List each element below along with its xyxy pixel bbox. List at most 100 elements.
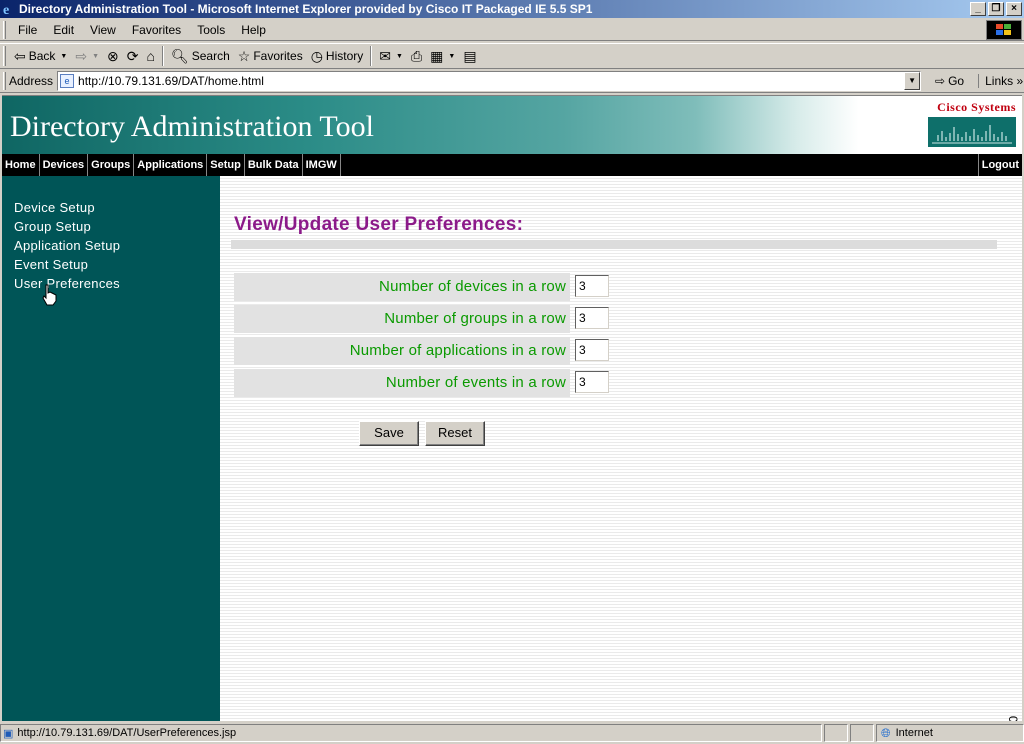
status-progress-cell	[824, 724, 848, 742]
status-url: http://10.79.131.69/DAT/UserPreferences.…	[17, 727, 237, 739]
menu-help[interactable]: Help	[233, 23, 274, 37]
pref-label-devices: Number of devices in a row	[379, 278, 566, 295]
history-icon: ◷	[310, 47, 323, 64]
favorites-button[interactable]: ☆ Favorites	[234, 48, 307, 65]
menu-favorites[interactable]: Favorites	[124, 23, 189, 37]
back-arrow-icon: ⇦	[14, 47, 26, 64]
pref-label-groups: Number of groups in a row	[384, 310, 566, 327]
mail-button[interactable]: ✉ ▼	[375, 48, 407, 65]
pref-row-applications: Number of applications in a row	[234, 337, 570, 365]
window-title-bar: e Directory Administration Tool - Micros…	[0, 0, 1024, 18]
mail-dropdown-icon[interactable]: ▼	[396, 53, 403, 60]
nav-applications[interactable]: Applications	[134, 154, 208, 176]
app-title: Directory Administration Tool	[10, 110, 374, 143]
stop-icon: ⊗	[107, 47, 119, 64]
search-icon: 🔍︎	[170, 47, 189, 64]
page-icon: e	[60, 74, 75, 88]
address-label: Address	[9, 74, 54, 88]
toolbar-grip[interactable]	[3, 46, 6, 66]
forward-arrow-icon: ⇨	[75, 47, 88, 64]
window-title: Directory Administration Tool - Microsof…	[19, 2, 593, 16]
sidebar-link-group-setup[interactable]: Group Setup	[14, 219, 91, 234]
toolbar-separator	[370, 46, 373, 66]
menu-edit[interactable]: Edit	[45, 23, 82, 37]
address-url[interactable]: http://10.79.131.69/DAT/home.html	[78, 74, 264, 88]
forward-dropdown-icon[interactable]: ▼	[92, 53, 99, 60]
figure-reference-code: 75110	[1006, 716, 1020, 721]
close-button[interactable]: ×	[1006, 2, 1022, 16]
hand-pointer-icon	[42, 284, 57, 306]
addressbar-grip[interactable]	[3, 72, 6, 90]
sidebar-link-user-preferences[interactable]: User Preferences	[14, 276, 120, 291]
heading-divider	[231, 240, 997, 249]
discuss-button[interactable]: ▤	[459, 48, 480, 65]
menubar-grip[interactable]	[3, 20, 6, 39]
menu-tools[interactable]: Tools	[189, 23, 233, 37]
links-button[interactable]: Links »	[978, 74, 1023, 88]
nav-imgw[interactable]: IMGW	[303, 154, 341, 176]
search-button[interactable]: 🔍︎ Search	[167, 48, 234, 65]
stop-button[interactable]: ⊗	[103, 48, 123, 65]
edit-button[interactable]: ▦ ▼	[426, 48, 459, 65]
home-button[interactable]: ⌂	[143, 48, 159, 64]
reset-button[interactable]: Reset	[425, 421, 485, 446]
go-button[interactable]: ⇨ Go	[935, 74, 964, 88]
back-label: Back	[28, 49, 56, 63]
favorites-icon: ☆	[237, 47, 251, 64]
restore-button[interactable]: ❐	[988, 2, 1004, 16]
history-button[interactable]: ◷ History	[307, 48, 368, 65]
links-label: Links	[985, 74, 1014, 88]
nav-setup[interactable]: Setup	[207, 154, 245, 176]
windows-logo-icon	[986, 20, 1022, 40]
cisco-logo: Cisco Systems	[928, 100, 1016, 150]
edit-icon: ▦	[430, 47, 444, 64]
page-title: View/Update User Preferences:	[234, 214, 524, 235]
edit-dropdown-icon[interactable]: ▼	[448, 53, 455, 60]
sidebar-link-device-setup[interactable]: Device Setup	[14, 200, 95, 215]
favorites-label: Favorites	[253, 49, 303, 63]
app-banner: Directory Administration Tool Cisco Syst…	[2, 96, 1022, 154]
events-per-row-input[interactable]	[575, 371, 609, 393]
back-dropdown-icon[interactable]: ▼	[60, 53, 67, 60]
address-input[interactable]: e http://10.79.131.69/DAT/home.html ▼	[57, 71, 922, 91]
pref-row-devices: Number of devices in a row	[234, 273, 570, 301]
cisco-bridge-icon	[928, 117, 1016, 147]
groups-per-row-input[interactable]	[575, 307, 609, 329]
forward-button[interactable]: ⇨ ▼	[71, 48, 103, 65]
home-icon: ⌂	[146, 48, 155, 64]
go-arrow-icon: ⇨	[935, 74, 946, 88]
print-button[interactable]: ⎙	[407, 48, 426, 65]
refresh-button[interactable]: ⟳	[123, 48, 143, 65]
nav-devices[interactable]: Devices	[40, 154, 89, 176]
save-button[interactable]: Save	[359, 421, 419, 446]
nav-groups[interactable]: Groups	[88, 154, 135, 176]
history-label: History	[325, 49, 364, 63]
sidebar-link-event-setup[interactable]: Event Setup	[14, 257, 88, 272]
back-button[interactable]: ⇦ Back ▼	[10, 48, 71, 65]
page-content: Directory Administration Tool Cisco Syst…	[2, 95, 1022, 721]
zone-label: Internet	[895, 727, 933, 739]
status-message: ▣ http://10.79.131.69/DAT/UserPreference…	[0, 724, 822, 742]
cisco-brand-text: Cisco Systems	[937, 100, 1016, 114]
pref-label-applications: Number of applications in a row	[349, 342, 566, 359]
menu-file[interactable]: File	[10, 23, 45, 37]
nav-home[interactable]: Home	[2, 154, 40, 176]
menu-view[interactable]: View	[82, 23, 124, 37]
devices-per-row-input[interactable]	[575, 275, 609, 297]
nav-bulk-data[interactable]: Bulk Data	[245, 154, 303, 176]
pref-row-groups: Number of groups in a row	[234, 305, 570, 333]
mail-icon: ✉	[379, 47, 391, 64]
discuss-icon: ▤	[463, 47, 477, 64]
globe-icon: 🌐︎	[881, 725, 891, 740]
sidebar-link-application-setup[interactable]: Application Setup	[14, 238, 120, 253]
address-dropdown-icon[interactable]: ▼	[904, 72, 921, 90]
logout-link[interactable]: Logout	[977, 154, 1022, 176]
minimize-button[interactable]: _	[970, 2, 986, 16]
search-label: Search	[191, 49, 230, 63]
status-page-icon: ▣	[3, 727, 14, 740]
pref-row-events: Number of events in a row	[234, 369, 570, 397]
standard-toolbar: ⇦ Back ▼ ⇨ ▼ ⊗ ⟳ ⌂ 🔍︎ Search ☆ Favorites…	[0, 43, 1024, 69]
applications-per-row-input[interactable]	[575, 339, 609, 361]
refresh-icon: ⟳	[126, 47, 139, 64]
status-bar: ▣ http://10.79.131.69/DAT/UserPreference…	[0, 722, 1024, 744]
